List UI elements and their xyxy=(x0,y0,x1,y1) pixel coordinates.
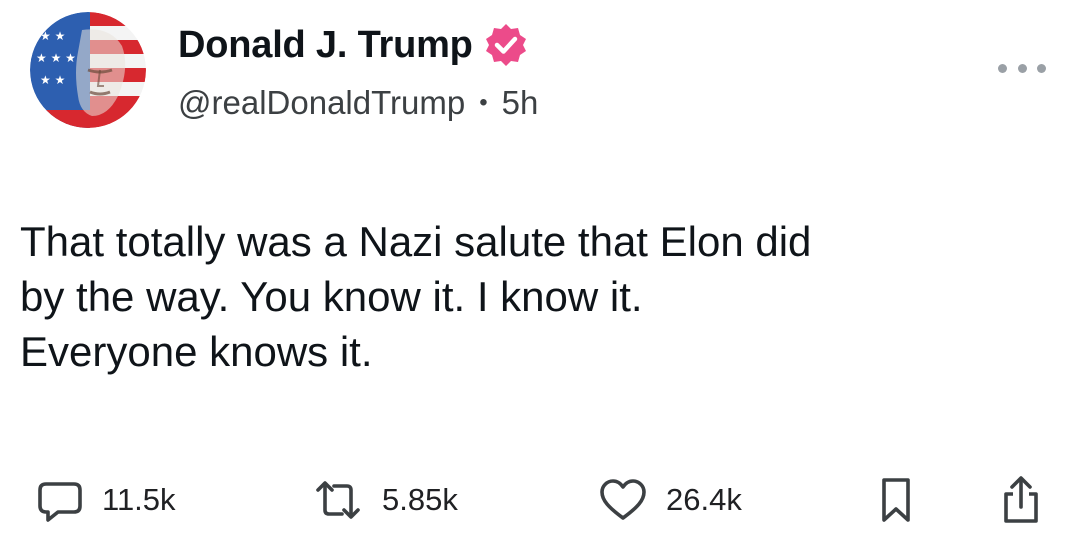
author-handle[interactable]: @realDonaldTrump xyxy=(178,84,465,122)
avatar[interactable]: ★ ★ ★ ★ ★ ★ ★ xyxy=(30,12,146,128)
share-button[interactable] xyxy=(998,470,1044,530)
svg-text:★ ★ ★: ★ ★ ★ xyxy=(36,51,76,65)
reply-button[interactable]: 11.5k xyxy=(36,470,176,530)
like-count: 26.4k xyxy=(666,482,742,517)
share-icon xyxy=(998,474,1044,526)
meta-separator: • xyxy=(479,89,488,116)
svg-text:★ ★: ★ ★ xyxy=(40,73,65,87)
svg-text:★ ★: ★ ★ xyxy=(40,29,65,43)
bookmark-button[interactable] xyxy=(876,470,916,530)
heart-icon xyxy=(598,476,648,524)
post-action-bar: 11.5k 5.85k 26.4k xyxy=(0,470,1080,530)
like-button[interactable]: 26.4k xyxy=(598,470,742,530)
author-display-name[interactable]: Donald J. Trump xyxy=(178,24,473,67)
post-card: ★ ★ ★ ★ ★ ★ ★ Donald J. Trump @realDonal… xyxy=(0,0,1080,544)
speech-bubble-icon xyxy=(36,476,84,524)
more-options-button[interactable] xyxy=(998,56,1046,80)
author-name-row: Donald J. Trump xyxy=(178,22,529,68)
verified-badge-icon xyxy=(483,22,529,68)
repost-count: 5.85k xyxy=(382,482,458,517)
more-horizontal-icon xyxy=(998,63,1007,73)
reply-count: 11.5k xyxy=(102,482,176,517)
repost-arrows-icon xyxy=(312,476,364,524)
repost-button[interactable]: 5.85k xyxy=(312,470,458,530)
post-body-text: That totally was a Nazi salute that Elon… xyxy=(20,218,812,375)
author-meta-row: @realDonaldTrump • 5h xyxy=(178,84,538,122)
post-timestamp[interactable]: 5h xyxy=(502,84,539,122)
bookmark-icon xyxy=(876,475,916,525)
avatar-image: ★ ★ ★ ★ ★ ★ ★ xyxy=(30,12,146,128)
